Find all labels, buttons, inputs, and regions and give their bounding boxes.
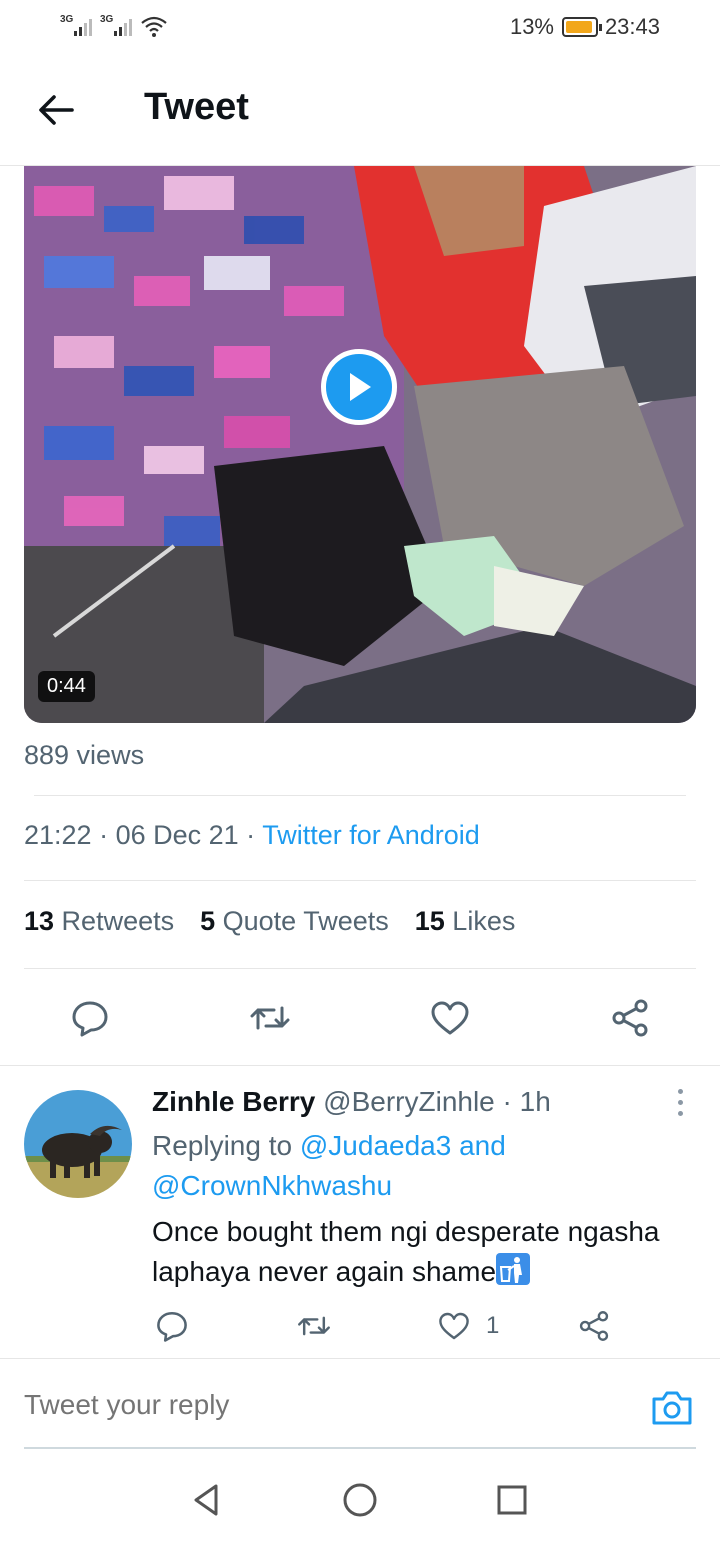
camera-icon [652,1391,692,1425]
page-title: Tweet [144,86,249,128]
video-thumbnail [24,166,696,723]
reply-like-button[interactable] [432,1304,476,1348]
likes-label: Likes [444,906,516,936]
meta-separator: · [91,820,116,850]
reply-header: Zinhle Berry @BerryZinhle · 1h [152,1086,551,1118]
meta-separator: · [238,820,263,850]
retweet-icon [298,1316,330,1336]
back-triangle-icon [194,1484,218,1516]
avatar[interactable] [24,1090,132,1198]
reply-reply-button[interactable] [150,1304,194,1348]
replying-prefix: Replying to [152,1130,300,1161]
like-icon [431,1001,469,1035]
share-icon [579,1311,609,1341]
home-circle-icon [343,1483,377,1517]
tweet-date: 06 Dec 21 [115,820,239,850]
nav-recents-button[interactable] [488,1476,536,1524]
replying-and[interactable]: and [451,1130,506,1161]
retweets-stat[interactable]: 13 Retweets [24,906,174,937]
reply-retweet-button[interactable] [292,1304,336,1348]
tweet-video[interactable]: 0:44 [24,166,696,723]
tweet-meta: 21:22 · 06 Dec 21 · Twitter for Android [24,820,480,851]
signal-icon [74,16,92,36]
buffalo-avatar-image [24,1090,132,1198]
reply-icon [157,1311,187,1342]
divider [24,968,696,969]
reply-share-button[interactable] [572,1304,616,1348]
play-icon [350,373,371,401]
battery-percent: 13% [509,14,554,39]
signal-icon [114,16,132,36]
divider [34,795,686,796]
share-button[interactable] [606,994,654,1042]
retweet-button[interactable] [246,994,294,1042]
nav-home-button[interactable] [336,1476,384,1524]
tweet-stats: 13 Retweets 5 Quote Tweets 15 Likes [24,906,515,937]
battery-charging-icon [562,17,602,37]
replying-user-link[interactable]: @Judaeda3 [300,1130,451,1161]
app-header: Tweet [0,56,720,166]
reply-author-name[interactable]: Zinhle Berry [152,1086,315,1117]
replying-user-link[interactable]: @CrownNkhwashu [152,1170,392,1201]
litter-bin-emoji-icon [496,1253,531,1285]
nav-back-button[interactable] [182,1476,230,1524]
status-bar: 3G 3G 13% 23:43 [0,0,720,56]
likes-count: 15 [414,906,445,936]
reply-text: Once bought them ngi desperate ngasha la… [152,1212,702,1292]
play-button[interactable] [321,349,397,425]
quote-tweets-count: 5 [200,906,216,936]
reply-input[interactable] [24,1389,584,1421]
like-icon [439,1312,469,1340]
network-type-1: 3G [60,14,74,25]
composer-underline [24,1447,696,1449]
view-count: 889 views [24,740,145,770]
divider [24,880,696,881]
retweets-count: 13 [24,906,55,936]
replying-to: Replying to @Judaeda3 and @CrownNkhwashu [152,1126,672,1206]
likes-stat[interactable]: 15 Likes [415,906,516,937]
retweet-icon [250,1006,290,1030]
more-options-button[interactable] [668,1086,692,1118]
tweet-time: 21:22 [24,820,92,850]
recents-square-icon [497,1485,527,1515]
wifi-icon [141,16,167,37]
camera-button[interactable] [648,1383,696,1431]
back-button[interactable] [30,88,82,132]
reply-icon [72,1001,108,1037]
network-type-2: 3G [100,14,114,25]
arrow-left-icon [39,95,74,125]
like-button[interactable] [426,994,474,1042]
reply-composer [0,1358,720,1449]
video-duration: 0:44 [38,671,95,702]
reply-like-count: 1 [486,1312,500,1339]
share-icon [612,999,648,1037]
reply-button[interactable] [66,994,114,1042]
reply-author-handle: @BerryZinhle · 1h [315,1086,551,1117]
system-nav-bar [0,1460,720,1541]
reply-body: Once bought them ngi desperate ngasha la… [152,1216,660,1287]
quote-tweets-stat[interactable]: 5 Quote Tweets [200,906,389,937]
tweet-source-link[interactable]: Twitter for Android [262,820,480,850]
quote-tweets-label: Quote Tweets [215,906,389,936]
retweets-label: Retweets [54,906,175,936]
divider [0,1065,720,1066]
status-time: 23:43 [604,14,660,39]
